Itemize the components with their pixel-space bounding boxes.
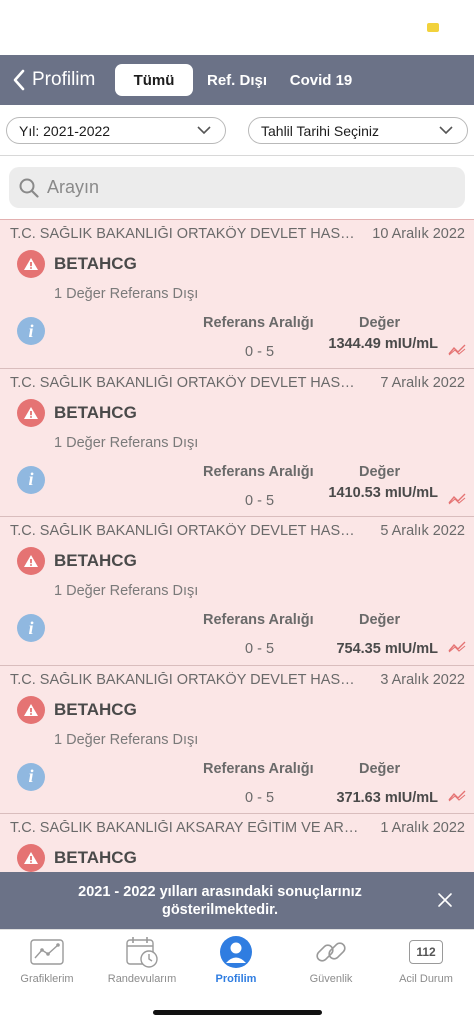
tab-bar: Grafiklerim Randevularım Profilim Güvenl…: [0, 929, 474, 1024]
institution-name: T.C. SAĞLIK BAKANLIĞI ORTAKÖY DEVLET HAS…: [10, 523, 362, 539]
close-icon[interactable]: [436, 891, 454, 909]
result-value: 754.35 mIU/mL: [336, 641, 438, 657]
test-name: BETAHCG: [54, 402, 137, 422]
tab-out-of-range[interactable]: Ref. Dışı: [200, 64, 274, 96]
year-select-label: Yıl: 2021-2022: [19, 122, 111, 139]
info-icon[interactable]: i: [17, 317, 45, 345]
result-date: 1 Aralık 2022: [380, 820, 465, 836]
search-input[interactable]: [47, 177, 427, 198]
search-bar[interactable]: [9, 167, 465, 208]
test-name: BETAHCG: [54, 699, 137, 719]
tab-all[interactable]: Tümü: [115, 64, 193, 96]
tabbar-label: Güvenlik: [309, 973, 353, 985]
user-icon: [220, 936, 252, 968]
results-list[interactable]: T.C. SAĞLIK BAKANLIĞI ORTAKÖY DEVLET HAS…: [0, 219, 474, 872]
out-of-range-count: 1 Değer Referans Dışı: [54, 434, 199, 451]
info-icon[interactable]: i: [17, 762, 45, 791]
value-header: Değer: [359, 760, 401, 777]
back-button[interactable]: Profilim: [12, 65, 95, 95]
result-value: 1410.53 mIU/mL: [328, 484, 438, 501]
tabbar-label: Grafiklerim: [20, 973, 74, 985]
result-card[interactable]: T.C. SAĞLIK BAKANLIĞI ORTAKÖY DEVLET HAS…: [0, 665, 474, 814]
banner-message: 2021 - 2022 yılları arasındaki sonuçları…: [78, 884, 362, 918]
year-select[interactable]: Yıl: 2021-2022: [6, 117, 226, 144]
reference-range-header: Referans Aralığı: [203, 760, 314, 777]
result-card[interactable]: T.C. SAĞLIK BAKANLIĞI ORTAKÖY DEVLET HAS…: [0, 368, 474, 517]
warning-icon: [17, 844, 45, 872]
reference-range: 0 - 5: [245, 492, 275, 509]
result-value: 371.63 mIU/mL: [336, 789, 438, 806]
warning-icon: [17, 250, 45, 278]
institution-name: T.C. SAĞLIK BAKANLIĞI ORTAKÖY DEVLET HAS…: [10, 374, 362, 391]
chevron-down-icon: [197, 126, 211, 135]
value-header: Değer: [359, 315, 401, 331]
status-bar: [0, 0, 474, 55]
result-date: 7 Aralık 2022: [380, 374, 465, 391]
info-icon[interactable]: i: [17, 614, 45, 642]
calendar-clock-icon: [126, 937, 158, 968]
value-header: Değer: [359, 612, 401, 628]
tabbar-item-profilim[interactable]: Profilim: [189, 934, 283, 994]
filter-bar: Yıl: 2021-2022 Tahlil Tarihi Seçiniz: [0, 105, 474, 156]
warning-icon: [17, 398, 45, 427]
warning-icon: [17, 547, 45, 575]
tabbar-label: Acil Durum: [399, 973, 453, 985]
out-of-range-count: 1 Değer Referans Dışı: [54, 731, 199, 748]
back-label: Profilim: [32, 69, 96, 90]
test-name: BETAHCG: [54, 551, 137, 570]
home-indicator: [153, 1010, 322, 1015]
institution-name: T.C. SAĞLIK BAKANLIĞI ORTAKÖY DEVLET HAS…: [10, 671, 362, 688]
emergency-112-icon: 112: [409, 940, 443, 964]
reference-range-header: Referans Aralığı: [203, 463, 314, 480]
result-value: 1344.49 mIU/mL: [328, 336, 438, 352]
value-header: Değer: [359, 463, 401, 480]
warning-icon: [17, 695, 45, 724]
info-banner: 2021 - 2022 yılları arasındaki sonuçları…: [0, 872, 474, 929]
chevron-left-icon: [13, 69, 25, 91]
result-date: 3 Aralık 2022: [380, 671, 465, 688]
tabbar-label: Profilim: [215, 973, 257, 985]
reference-range: 0 - 5: [245, 344, 275, 360]
tabbar-label: Randevularım: [107, 973, 177, 985]
institution-name: T.C. SAĞLIK BAKANLIĞI AKSARAY EĞİTİM VE …: [10, 820, 362, 836]
tab-covid-19[interactable]: Covid 19: [280, 64, 362, 96]
emergency-badge-text: 112: [416, 945, 436, 959]
trend-icon[interactable]: [448, 493, 466, 505]
reference-range-header: Referans Aralığı: [203, 315, 314, 331]
tabbar-item-grafiklerim[interactable]: Grafiklerim: [0, 934, 94, 994]
result-date: 5 Aralık 2022: [380, 523, 465, 539]
out-of-range-count: 1 Değer Referans Dışı: [54, 583, 199, 599]
result-card[interactable]: T.C. SAĞLIK BAKANLIĞI ORTAKÖY DEVLET HAS…: [0, 517, 474, 666]
out-of-range-count: 1 Değer Referans Dışı: [54, 286, 199, 302]
result-date: 10 Aralık 2022: [372, 226, 465, 242]
test-date-select[interactable]: Tahlil Tarihi Seçiniz: [248, 117, 468, 144]
institution-name: T.C. SAĞLIK BAKANLIĞI ORTAKÖY DEVLET HAS…: [10, 226, 362, 242]
trend-icon[interactable]: [448, 641, 466, 653]
trend-icon[interactable]: [448, 790, 466, 802]
reference-range: 0 - 5: [245, 641, 275, 657]
reference-range-header: Referans Aralığı: [203, 612, 314, 628]
tabbar-item-randevularim[interactable]: Randevularım: [95, 934, 189, 994]
result-card[interactable]: T.C. SAĞLIK BAKANLIĞI AKSARAY EĞİTİM VE …: [0, 814, 474, 872]
chain-link-icon: [316, 942, 346, 962]
chevron-down-icon: [439, 126, 453, 135]
test-name: BETAHCG: [54, 254, 137, 273]
result-card[interactable]: T.C. SAĞLIK BAKANLIĞI ORTAKÖY DEVLET HAS…: [0, 220, 474, 369]
navigation-bar: Profilim Tümü Ref. Dışı Covid 19: [0, 55, 474, 105]
reference-range: 0 - 5: [245, 789, 275, 806]
tabbar-item-guvenlik[interactable]: Güvenlik: [284, 934, 378, 994]
search-icon: [19, 178, 39, 198]
trend-icon[interactable]: [448, 344, 466, 356]
info-icon[interactable]: i: [17, 465, 45, 494]
tabbar-item-acil-durum[interactable]: 112 Acil Durum: [379, 934, 473, 994]
test-name: BETAHCG: [54, 848, 137, 867]
chart-icon: [30, 939, 64, 965]
battery-icon: [427, 23, 439, 32]
test-date-select-label: Tahlil Tarihi Seçiniz: [261, 122, 380, 139]
